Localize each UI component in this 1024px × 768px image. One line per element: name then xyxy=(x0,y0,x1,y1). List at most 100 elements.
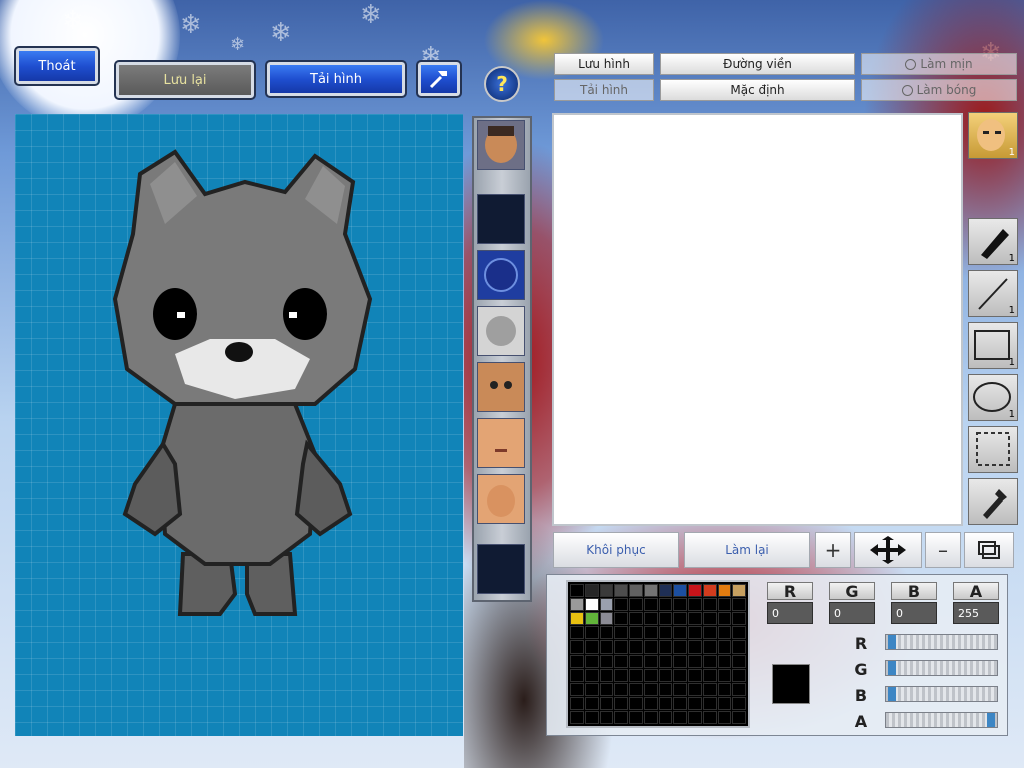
palette-cell[interactable] xyxy=(732,598,746,612)
palette-cell[interactable] xyxy=(584,682,599,696)
palette-cell[interactable] xyxy=(599,668,614,682)
palette-cell[interactable] xyxy=(629,696,643,710)
outline-button[interactable]: Đường viền xyxy=(660,53,855,75)
palette-cell[interactable] xyxy=(702,710,717,724)
palette-cell[interactable] xyxy=(717,710,732,724)
palette-cell[interactable] xyxy=(688,710,702,724)
smooth-option[interactable]: Làm mịn xyxy=(861,53,1017,75)
slider-thumb[interactable] xyxy=(888,687,896,701)
palette-cell[interactable] xyxy=(614,682,628,696)
palette-cell[interactable] xyxy=(599,584,614,598)
blue-value-field[interactable]: 0 xyxy=(891,602,937,624)
palette-cell[interactable] xyxy=(629,584,643,598)
palette-cell[interactable] xyxy=(599,598,614,612)
palette-cell[interactable] xyxy=(570,654,584,668)
exit-button[interactable]: Thoát xyxy=(14,46,100,86)
palette-cell[interactable] xyxy=(570,696,584,710)
default-button[interactable]: Mặc định xyxy=(660,79,855,101)
palette-cell[interactable] xyxy=(614,640,628,654)
palette-cell[interactable] xyxy=(658,640,673,654)
palette-cell[interactable] xyxy=(643,584,658,598)
palette-cell[interactable] xyxy=(614,626,628,640)
palette-grid[interactable] xyxy=(566,580,750,728)
palette-cell[interactable] xyxy=(732,584,746,598)
palette-cell[interactable] xyxy=(717,640,732,654)
palette-cell[interactable] xyxy=(732,682,746,696)
red-value-field[interactable]: 0 xyxy=(767,602,813,624)
palette-cell[interactable] xyxy=(570,598,584,612)
palette-cell[interactable] xyxy=(702,640,717,654)
palette-cell[interactable] xyxy=(702,626,717,640)
palette-cell[interactable] xyxy=(658,626,673,640)
palette-cell[interactable] xyxy=(688,654,702,668)
shine-option[interactable]: Làm bóng xyxy=(861,79,1017,101)
eyes-part-slot[interactable] xyxy=(477,362,525,412)
palette-cell[interactable] xyxy=(629,682,643,696)
palette-cell[interactable] xyxy=(673,682,687,696)
palette-cell[interactable] xyxy=(614,612,628,626)
mouth-part-slot[interactable] xyxy=(477,418,525,468)
restore-button[interactable]: Khôi phục xyxy=(553,532,679,568)
body-part-slot[interactable] xyxy=(477,306,525,356)
palette-cell[interactable] xyxy=(688,668,702,682)
palette-cell[interactable] xyxy=(688,598,702,612)
palette-cell[interactable] xyxy=(673,668,687,682)
palette-cell[interactable] xyxy=(732,640,746,654)
palette-cell[interactable] xyxy=(599,640,614,654)
palette-cell[interactable] xyxy=(673,654,687,668)
slider-thumb[interactable] xyxy=(987,713,995,727)
palette-cell[interactable] xyxy=(614,668,628,682)
empty-slot[interactable] xyxy=(477,194,525,244)
window-button[interactable] xyxy=(964,532,1014,568)
hammer-tool-button[interactable] xyxy=(416,60,462,98)
palette-cell[interactable] xyxy=(732,612,746,626)
rectangle-tool[interactable]: 1 xyxy=(968,322,1018,369)
palette-cell[interactable] xyxy=(673,710,687,724)
palette-cell[interactable] xyxy=(717,584,732,598)
palette-cell[interactable] xyxy=(584,654,599,668)
palette-cell[interactable] xyxy=(584,696,599,710)
palette-cell[interactable] xyxy=(643,696,658,710)
palette-cell[interactable] xyxy=(732,710,746,724)
zoom-out-button[interactable]: – xyxy=(925,532,961,568)
palette-cell[interactable] xyxy=(658,668,673,682)
palette-cell[interactable] xyxy=(673,626,687,640)
palette-cell[interactable] xyxy=(570,640,584,654)
palette-cell[interactable] xyxy=(717,626,732,640)
selection-tool[interactable] xyxy=(968,426,1018,473)
palette-cell[interactable] xyxy=(688,682,702,696)
palette-cell[interactable] xyxy=(673,598,687,612)
palette-cell[interactable] xyxy=(688,584,702,598)
palette-cell[interactable] xyxy=(673,584,687,598)
palette-cell[interactable] xyxy=(717,696,732,710)
palette-cell[interactable] xyxy=(614,710,628,724)
palette-cell[interactable] xyxy=(658,654,673,668)
palette-cell[interactable] xyxy=(643,612,658,626)
palette-cell[interactable] xyxy=(643,682,658,696)
palette-cell[interactable] xyxy=(570,584,584,598)
palette-cell[interactable] xyxy=(629,654,643,668)
palette-cell[interactable] xyxy=(584,612,599,626)
palette-cell[interactable] xyxy=(643,598,658,612)
redo-button[interactable]: Làm lại xyxy=(684,532,810,568)
save-image-button[interactable]: Lưu hình xyxy=(554,53,654,75)
drawing-canvas[interactable] xyxy=(552,113,963,526)
red-slider[interactable] xyxy=(885,634,998,650)
palette-cell[interactable] xyxy=(614,654,628,668)
palette-cell[interactable] xyxy=(570,668,584,682)
ellipse-tool[interactable]: 1 xyxy=(968,374,1018,421)
palette-cell[interactable] xyxy=(702,598,717,612)
palette-cell[interactable] xyxy=(688,640,702,654)
palette-cell[interactable] xyxy=(688,612,702,626)
palette-cell[interactable] xyxy=(717,682,732,696)
palette-cell[interactable] xyxy=(717,654,732,668)
palette-cell[interactable] xyxy=(570,710,584,724)
palette-cell[interactable] xyxy=(599,696,614,710)
model-preview[interactable] xyxy=(15,114,463,736)
help-button[interactable]: ? xyxy=(484,66,520,102)
palette-cell[interactable] xyxy=(629,710,643,724)
palette-cell[interactable] xyxy=(599,654,614,668)
save-button[interactable]: Lưu lại xyxy=(114,60,256,100)
skin-part-slot[interactable] xyxy=(477,474,525,524)
palette-cell[interactable] xyxy=(688,626,702,640)
